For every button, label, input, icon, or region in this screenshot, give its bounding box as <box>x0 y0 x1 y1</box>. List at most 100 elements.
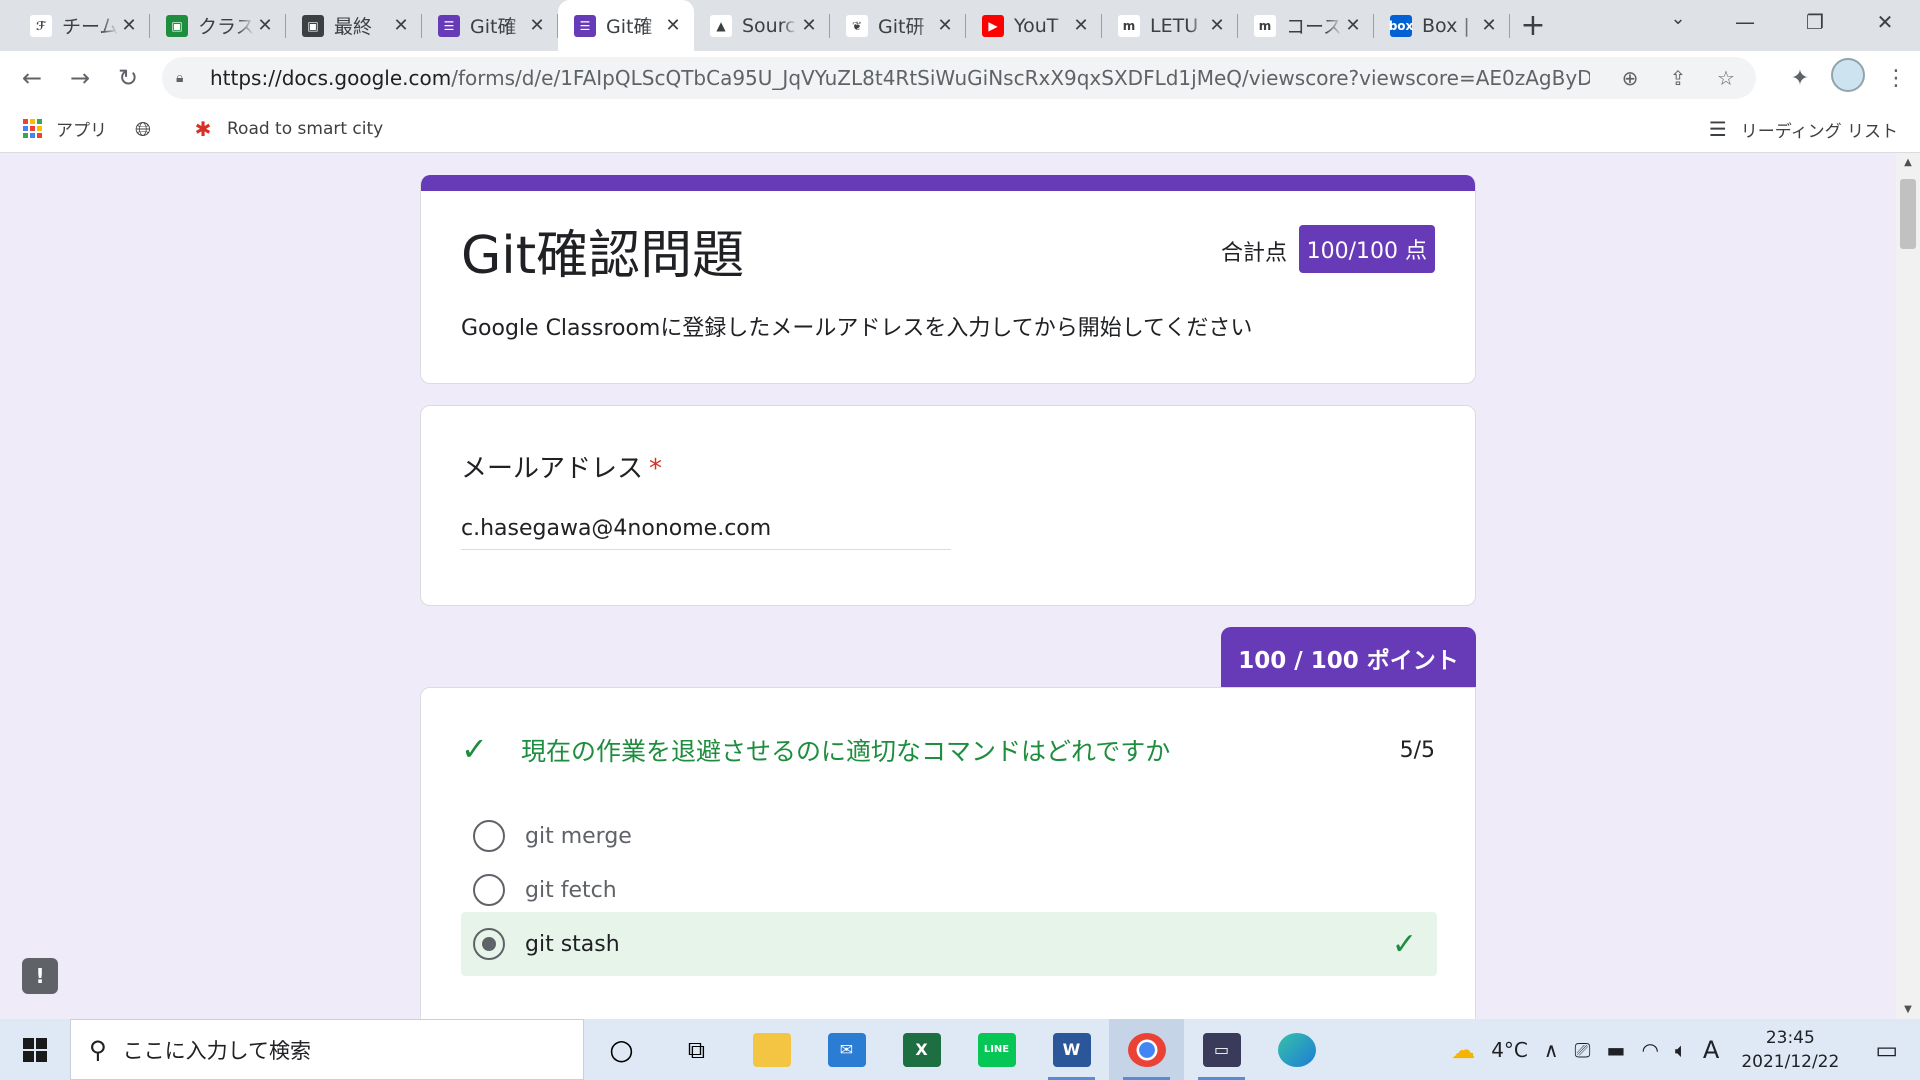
page-content: Git確認問題 合計点 100/100 点 Google Classroomに登… <box>0 153 1920 1019</box>
mail-icon: ✉ <box>827 1032 866 1067</box>
close-tab-icon[interactable]: ✕ <box>1342 15 1364 36</box>
bookmark-globe[interactable]: 🌐︎ <box>133 117 167 141</box>
tab-list: ℱ チーム ✕ ▣ クラス ✕ ▣ 最終 ✕ ☰ Git確 ✕ ☰ Git確 ✕ ▲ Sourc ✕ ❦ Git研 ✕ ▶… <box>0 0 1510 51</box>
youtube-icon: ▶ <box>982 14 1004 37</box>
manabie-icon: m <box>1118 14 1140 37</box>
browser-tab[interactable]: ☰ Git確 ✕ <box>422 0 558 51</box>
wifi-icon[interactable]: ◠ <box>1633 1038 1666 1062</box>
mail-button[interactable]: ✉ <box>809 1019 884 1080</box>
scroll-up-arrow-icon[interactable]: ▲ <box>1896 157 1920 168</box>
task-view-button[interactable]: ⧉ <box>659 1019 734 1080</box>
close-tab-icon[interactable]: ✕ <box>798 15 820 36</box>
bookmark-apps[interactable]: アプリ <box>22 116 107 141</box>
window-controls: — ❐ ✕ <box>1710 0 1920 44</box>
tab-title: LETU <box>1150 14 1199 37</box>
app-button[interactable]: ▭ <box>1184 1019 1259 1080</box>
browser-tab[interactable]: ▣ クラス ✕ <box>150 0 286 51</box>
line-button[interactable]: LINE <box>959 1019 1034 1080</box>
browser-tab[interactable]: m コース ✕ <box>1238 0 1374 51</box>
apps-grid-icon <box>22 119 42 139</box>
start-button[interactable] <box>0 1019 70 1080</box>
folder-icon <box>752 1032 791 1067</box>
accent-bar <box>421 175 1475 191</box>
sourcetree-icon: ▲ <box>710 14 732 37</box>
tab-title: 最終 <box>334 16 373 38</box>
excel-icon: X <box>902 1032 941 1067</box>
close-tab-icon[interactable]: ✕ <box>254 15 276 36</box>
restore-button[interactable]: ❐ <box>1780 0 1850 44</box>
tab-title: Box | <box>1422 14 1470 37</box>
forward-button[interactable]: → <box>56 54 104 102</box>
close-tab-icon[interactable]: ✕ <box>934 15 956 36</box>
extensions-icon[interactable]: ✦ <box>1776 66 1824 91</box>
zoom-icon[interactable]: ⊕ <box>1606 66 1654 90</box>
battery-icon[interactable]: ▬ <box>1599 1038 1634 1062</box>
share-icon[interactable]: ⇪ <box>1654 66 1702 90</box>
volume-icon[interactable]: 🔈︎ <box>1667 1038 1695 1062</box>
close-tab-icon[interactable]: ✕ <box>526 15 548 36</box>
bookmark-star-icon[interactable]: ☆ <box>1702 66 1750 90</box>
browser-tab[interactable]: m LETU ✕ <box>1102 0 1238 51</box>
close-tab-icon[interactable]: ✕ <box>1070 15 1092 36</box>
minimize-button[interactable]: — <box>1710 0 1780 44</box>
notification-icon[interactable]: ▭ <box>1853 1036 1920 1064</box>
reading-list-button[interactable]: ☰ リーディング リスト <box>1709 105 1898 153</box>
back-button[interactable]: ← <box>8 54 56 102</box>
close-window-button[interactable]: ✕ <box>1850 0 1920 44</box>
question-score: 5/5 <box>1399 738 1435 763</box>
evernote-icon: ❦ <box>846 14 868 37</box>
address-bar[interactable]: 🔒︎ https://docs.google.com/forms/d/e/1FA… <box>162 57 1756 99</box>
profile-avatar[interactable] <box>1824 58 1872 98</box>
cortana-button[interactable]: ○ <box>584 1019 659 1080</box>
word-icon: W <box>1052 1032 1091 1067</box>
meet-icon[interactable]: ⎚ <box>1567 1038 1599 1062</box>
scroll-down-arrow-icon[interactable]: ▼ <box>1896 1004 1920 1015</box>
radio-icon <box>473 874 505 906</box>
tab-title: Git確 <box>470 16 517 38</box>
browser-tab[interactable]: ▶ YouT ✕ <box>966 0 1102 51</box>
reading-list-icon: ☰ <box>1708 117 1727 141</box>
browser-tab[interactable]: ℱ チーム ✕ <box>14 0 150 51</box>
reload-button[interactable]: ↻ <box>104 54 152 102</box>
lock-icon: 🔒︎ <box>176 70 184 86</box>
browser-tab[interactable]: ☰ Git確 ✕ <box>558 0 694 51</box>
close-tab-icon[interactable]: ✕ <box>118 15 140 36</box>
feedback-icon[interactable]: ! <box>22 958 58 994</box>
cortana-circle-icon: ○ <box>609 1033 634 1066</box>
excel-button[interactable]: X <box>884 1019 959 1080</box>
clock[interactable]: 23:45 2021/12/22 <box>1727 1026 1853 1074</box>
edge-button[interactable] <box>1259 1019 1334 1080</box>
url-text[interactable]: https://docs.google.com/forms/d/e/1FAIpQ… <box>210 66 1590 90</box>
email-label: メールアドレス * <box>461 454 663 484</box>
new-tab-button[interactable]: + <box>1510 0 1556 51</box>
taskbar-search-box[interactable]: ⚲ ここに入力して検索 <box>70 1019 584 1080</box>
manabie-icon: m <box>1254 14 1276 37</box>
required-mark: * <box>649 454 663 484</box>
task-view-icon: ⧉ <box>687 1035 706 1064</box>
close-tab-icon[interactable]: ✕ <box>662 15 684 36</box>
option-git-stash: git stash ✓ <box>461 912 1437 976</box>
correct-check-icon: ✓ <box>1391 926 1417 962</box>
browser-tab[interactable]: ❦ Git研 ✕ <box>830 0 966 51</box>
browser-tab[interactable]: ▲ Sourc ✕ <box>694 0 830 51</box>
weather-temp[interactable]: 4°C <box>1483 1038 1536 1062</box>
page-scrollbar[interactable]: ▲ ▼ <box>1896 153 1920 1019</box>
line-icon: LINE <box>977 1032 1016 1067</box>
bookmark-road-to-smart-city[interactable]: ✱ Road to smart city <box>193 117 384 141</box>
tab-search-chevron-icon[interactable]: ⌄ <box>1660 8 1696 38</box>
close-tab-icon[interactable]: ✕ <box>390 15 412 36</box>
word-button[interactable]: W <box>1034 1019 1109 1080</box>
browser-tab[interactable]: ▣ 最終 ✕ <box>286 0 422 51</box>
browser-tab[interactable]: box Box | ✕ <box>1374 0 1510 51</box>
ime-indicator[interactable]: A <box>1695 1036 1727 1064</box>
file-explorer-button[interactable] <box>734 1019 809 1080</box>
weather-icon[interactable]: ☁ <box>1443 1036 1483 1064</box>
close-tab-icon[interactable]: ✕ <box>1206 15 1228 36</box>
close-tab-icon[interactable]: ✕ <box>1478 15 1500 36</box>
points-tab: 100 / 100 ポイント <box>1221 627 1476 689</box>
chevron-up-icon[interactable]: ∧ <box>1536 1038 1567 1062</box>
chrome-button[interactable] <box>1109 1019 1184 1080</box>
scroll-thumb[interactable] <box>1900 179 1916 249</box>
bookmarks-bar: アプリ 🌐︎ ✱ Road to smart city ☰ リーディング リスト <box>0 105 1920 153</box>
menu-kebab-icon[interactable]: ⋮ <box>1872 66 1920 91</box>
